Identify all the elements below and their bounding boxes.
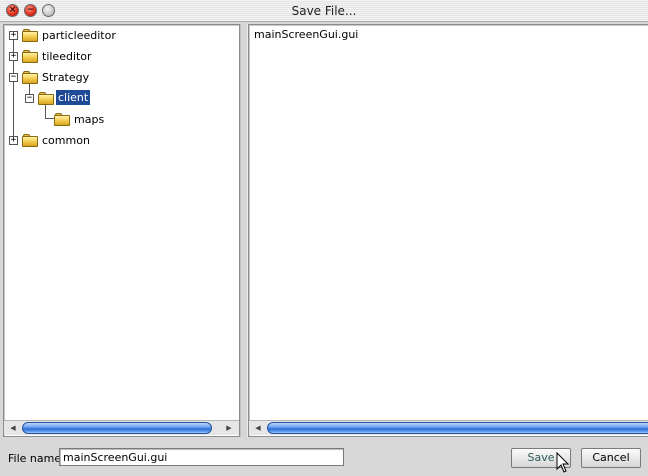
- folder-icon: [38, 92, 54, 105]
- tree-item-strategy[interactable]: − Strategy: [4, 69, 204, 87]
- tree-item-label: tileeditor: [42, 50, 92, 63]
- tree-item-label: common: [42, 134, 90, 147]
- folder-icon: [22, 71, 38, 84]
- expand-icon[interactable]: +: [9, 31, 18, 40]
- tree-item-label: client: [56, 90, 91, 105]
- file-name-input[interactable]: [59, 448, 344, 466]
- expand-icon[interactable]: +: [9, 136, 18, 145]
- tree-item-label: particleeditor: [42, 29, 116, 42]
- tree-item-maps[interactable]: maps: [4, 111, 204, 129]
- folder-icon: [22, 50, 38, 63]
- expand-icon[interactable]: +: [9, 52, 18, 61]
- title-bar: × − Save File...: [0, 0, 648, 22]
- arrow-left-icon[interactable]: ◀: [6, 421, 20, 435]
- collapse-icon[interactable]: −: [25, 94, 34, 103]
- split-pane-divider[interactable]: [240, 24, 248, 437]
- directory-tree-panel[interactable]: + particleeditor + tileeditor − Strategy…: [3, 24, 240, 437]
- file-item[interactable]: mainScreenGui.gui: [254, 28, 358, 41]
- tree-item-label: Strategy: [42, 71, 90, 84]
- tree-item-client[interactable]: − client: [4, 90, 204, 108]
- arrow-right-icon[interactable]: ▶: [222, 421, 236, 435]
- window-title: Save File...: [291, 4, 357, 18]
- tree-item-tileeditor[interactable]: + tileeditor: [4, 48, 204, 66]
- folder-icon: [22, 29, 38, 42]
- tree-item-common[interactable]: + common: [4, 132, 204, 150]
- cancel-button[interactable]: Cancel: [581, 448, 641, 468]
- mouse-cursor-icon: [556, 452, 570, 473]
- folder-icon: [54, 113, 70, 126]
- bottom-bar: File name: Save Cancel: [0, 440, 648, 476]
- tree-item-particleeditor[interactable]: + particleeditor: [4, 27, 204, 45]
- files-horizontal-scrollbar[interactable]: ◀: [249, 420, 648, 435]
- scrollbar-thumb[interactable]: [22, 422, 212, 434]
- folder-icon: [22, 134, 38, 147]
- scrollbar-thumb[interactable]: [267, 422, 648, 434]
- file-name-label: File name:: [8, 452, 65, 465]
- tree-item-label: maps: [74, 113, 105, 126]
- tree-horizontal-scrollbar[interactable]: ◀ ▶: [4, 420, 239, 435]
- collapse-icon[interactable]: −: [9, 73, 18, 82]
- arrow-left-icon[interactable]: ◀: [251, 421, 265, 435]
- file-list-panel[interactable]: mainScreenGui.gui ◀: [248, 24, 648, 437]
